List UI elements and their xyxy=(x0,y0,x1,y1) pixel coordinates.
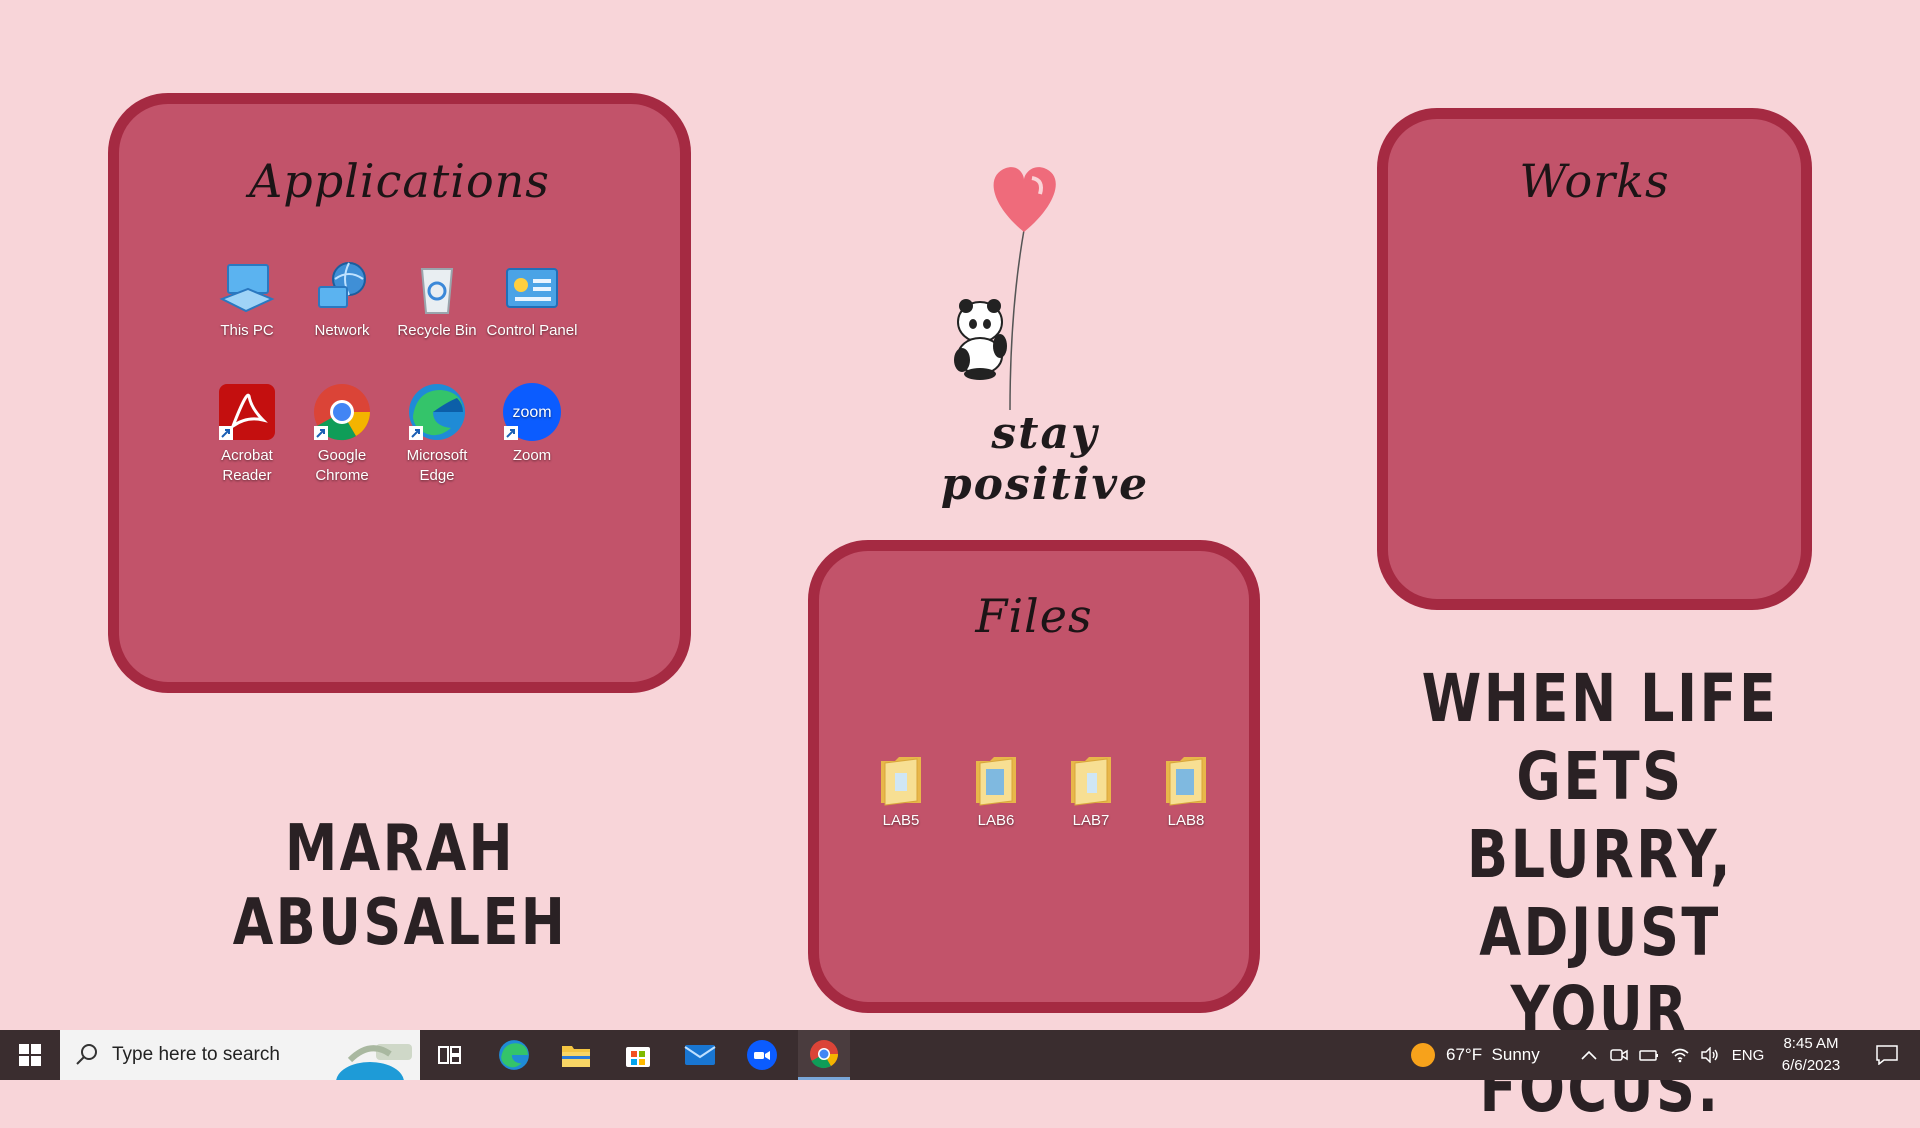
chrome-logo-icon xyxy=(810,1039,838,1068)
weather-widget[interactable]: 67°F Sunny xyxy=(1410,1030,1560,1080)
folder-lab7[interactable]: LAB7 xyxy=(1051,751,1131,831)
applications-panel: Applications This PC Network Recycle Bin xyxy=(108,93,691,693)
control-panel-icon[interactable]: Control Panel xyxy=(484,259,580,341)
folder-lab6[interactable]: LAB6 xyxy=(956,751,1036,831)
taskbar-file-explorer[interactable] xyxy=(550,1030,602,1080)
edge-label-line1: Microsoft xyxy=(406,447,468,464)
zoom-label: Zoom xyxy=(512,447,552,464)
notification-icon xyxy=(1876,1045,1898,1065)
chrome-label-line1: Google xyxy=(317,447,367,464)
chrome-label-line2: Chrome xyxy=(315,467,369,484)
chrome-logo-icon xyxy=(314,384,370,441)
sun-icon xyxy=(1411,1043,1435,1067)
zoom-icon[interactable]: zoom Zoom xyxy=(484,382,580,466)
search-icon xyxy=(76,1044,97,1065)
store-icon xyxy=(626,1047,650,1067)
quote-line-3: ADJUST YOUR xyxy=(1479,894,1721,1049)
battery-icon xyxy=(1639,1050,1658,1061)
search-placeholder: Type here to search xyxy=(112,1044,280,1065)
folder-icon xyxy=(1071,757,1111,806)
start-button[interactable] xyxy=(0,1030,60,1080)
quote-line-1: WHEN LIFE xyxy=(1421,660,1779,737)
recycle-bin-label: Recycle Bin xyxy=(397,322,477,339)
monitor-icon xyxy=(219,264,275,313)
edge-logo-icon xyxy=(409,384,465,440)
edge-label-line2: Edge xyxy=(419,467,455,484)
taskbar-chrome[interactable] xyxy=(798,1030,850,1080)
quote-line-2: GETS BLURRY, xyxy=(1466,738,1734,893)
search-highlight-illustration-icon xyxy=(336,1044,412,1080)
task-view-icon xyxy=(438,1046,461,1064)
edge-logo-icon xyxy=(499,1040,529,1070)
heart-balloon-panda-icon xyxy=(954,167,1056,411)
owner-name: MARAH ABUSALEH xyxy=(232,812,568,960)
folder-lab6-label: LAB6 xyxy=(977,812,1015,829)
network-icon[interactable]: Network xyxy=(294,259,390,341)
folder-lab5[interactable]: LAB5 xyxy=(861,751,941,831)
windows-logo-icon xyxy=(19,1044,41,1066)
this-pc-label: This PC xyxy=(220,322,274,339)
globe-icon xyxy=(318,262,366,308)
network-tray-button[interactable] xyxy=(1668,1030,1692,1080)
speaker-icon xyxy=(1701,1047,1718,1063)
folder-lab8[interactable]: LAB8 xyxy=(1146,751,1226,831)
recycle-bin-icon[interactable]: Recycle Bin xyxy=(389,259,485,341)
language-text: ENG xyxy=(1731,1046,1765,1064)
folder-icon xyxy=(881,757,921,806)
control-panel-window-icon xyxy=(506,268,558,308)
zoom-logo-text: zoom xyxy=(512,404,551,421)
battery-button[interactable] xyxy=(1638,1030,1660,1080)
zoom-logo-icon: zoom xyxy=(503,383,561,441)
notification-center-button[interactable] xyxy=(1862,1030,1912,1080)
taskbar-edge[interactable] xyxy=(488,1030,540,1080)
acrobat-logo-icon xyxy=(219,384,275,440)
folder-icon xyxy=(1166,757,1206,806)
clock[interactable]: 8:45 AM 6/6/2023 xyxy=(1770,1030,1852,1080)
acrobat-label-line1: Acrobat xyxy=(221,447,273,464)
meet-now-button[interactable] xyxy=(1608,1030,1630,1080)
trash-icon xyxy=(420,268,454,314)
clock-date: 6/6/2023 xyxy=(1781,1057,1841,1074)
volume-button[interactable] xyxy=(1698,1030,1722,1080)
mail-icon xyxy=(684,1045,716,1065)
panda-balloon-illustration xyxy=(940,160,1090,430)
folder-icon xyxy=(562,1046,590,1067)
zoom-logo-icon xyxy=(747,1040,777,1070)
clock-time: 8:45 AM xyxy=(1783,1035,1839,1052)
control-panel-label: Control Panel xyxy=(486,322,578,339)
stay-positive-slogan: stay positive xyxy=(940,408,1150,510)
wifi-icon xyxy=(1671,1048,1689,1063)
acrobat-label-line2: Reader xyxy=(222,467,272,484)
network-label: Network xyxy=(314,322,370,339)
language-indicator[interactable]: ENG xyxy=(1728,1030,1768,1080)
task-view-button[interactable] xyxy=(425,1030,475,1080)
files-title: Files xyxy=(975,589,1093,643)
taskbar-mail[interactable] xyxy=(674,1030,726,1080)
works-title: Works xyxy=(1519,154,1670,208)
show-hidden-icons-button[interactable] xyxy=(1578,1030,1600,1080)
taskbar-store[interactable] xyxy=(612,1030,664,1080)
taskbar-zoom[interactable] xyxy=(736,1030,788,1080)
folder-icon xyxy=(976,757,1016,806)
acrobat-reader-icon[interactable]: Acrobat Reader xyxy=(199,382,295,486)
weather-text: 67°F Sunny xyxy=(1446,1045,1540,1064)
this-pc-icon[interactable]: This PC xyxy=(199,259,295,341)
camera-icon xyxy=(1610,1049,1628,1061)
microsoft-edge-icon[interactable]: Microsoft Edge xyxy=(389,382,485,486)
applications-title: Applications xyxy=(249,154,550,208)
taskbar: Type here to search 67°F Sunny ENG 8:45 … xyxy=(0,1030,1920,1080)
folder-lab5-label: LAB5 xyxy=(882,812,920,829)
files-panel: Files LAB5 LAB6 LAB7 LAB8 xyxy=(808,540,1260,1013)
taskbar-search[interactable]: Type here to search xyxy=(60,1030,420,1080)
works-panel: Works xyxy=(1377,108,1812,610)
folder-lab8-label: LAB8 xyxy=(1167,812,1205,829)
chevron-up-icon xyxy=(1581,1050,1597,1060)
google-chrome-icon[interactable]: Google Chrome xyxy=(294,382,390,486)
folder-lab7-label: LAB7 xyxy=(1072,812,1110,829)
